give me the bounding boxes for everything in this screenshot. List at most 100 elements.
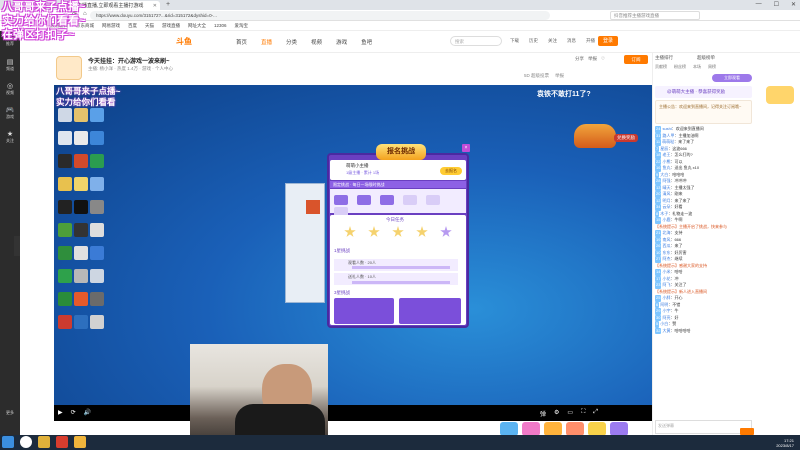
close-button[interactable]: ✕ [791, 1, 796, 8]
desktop-icon [58, 131, 72, 145]
settings-icon[interactable]: ⚙ [554, 409, 559, 418]
chat-text: 支持 [674, 230, 683, 235]
tab-super-list[interactable]: 超级榜单 [697, 55, 715, 61]
play-icon[interactable]: ▶ [58, 409, 63, 416]
nav-game[interactable]: 游戏 [336, 38, 347, 46]
nav-category[interactable]: 分类 [286, 38, 297, 46]
bookmark-item[interactable]: 天猫 [145, 23, 154, 29]
history-icon[interactable]: 历史 [529, 38, 538, 44]
desktop-icon [74, 269, 88, 283]
report-icon[interactable]: 举报 [588, 56, 597, 62]
login-button[interactable]: 登录 [598, 36, 618, 46]
danmaku-icon[interactable]: 弹 [540, 409, 546, 418]
bookmark-item[interactable]: 网易游戏 [102, 23, 120, 29]
chat-username[interactable]: sushi [662, 126, 671, 131]
browser-taskbar-icon[interactable] [20, 436, 32, 448]
bookmark-item[interactable]: 爱淘宝 [235, 23, 249, 29]
challenge-card[interactable] [399, 298, 461, 324]
level-cell[interactable] [426, 195, 440, 205]
gift-icon[interactable] [522, 422, 540, 436]
tab-ranking[interactable]: 主播排行 [655, 55, 673, 61]
follow-icon[interactable]: 关注 [548, 38, 557, 44]
reward-card[interactable]: @萌萌大主播 · 恭喜获得奖励 [655, 86, 752, 98]
sidebar-item-game[interactable]: 🎮 游戏 [0, 103, 20, 127]
nav-forum[interactable]: 鱼吧 [361, 38, 372, 46]
minimize-button[interactable]: — [756, 1, 762, 8]
volume-icon[interactable]: 🔊 [84, 409, 91, 416]
sidebar-item-follow[interactable]: ★ 关注 [0, 127, 20, 151]
share-icon[interactable]: 分享 [575, 56, 584, 62]
nav-home[interactable]: 首页 [236, 38, 247, 46]
sidebar-item-channel[interactable]: ▤ 频道 [0, 55, 20, 79]
broadcast-icon[interactable]: 开播 [586, 38, 595, 44]
level-cell[interactable] [403, 195, 417, 205]
theater-icon[interactable]: ▭ [567, 409, 573, 418]
fullscreen-icon[interactable]: ⛶ [581, 409, 585, 418]
collapse-handle[interactable] [14, 236, 20, 256]
subtab[interactable]: 贡献榜 [655, 64, 667, 70]
expand-icon[interactable]: ⤢ [593, 409, 598, 418]
signup-button[interactable]: 去报名 [440, 167, 462, 175]
video-icon: ◎ [6, 83, 14, 90]
bookmark-item[interactable]: 网址大全 [188, 23, 206, 29]
site-logo[interactable]: 斗鱼 [176, 36, 192, 47]
desktop-icon [90, 131, 104, 145]
subtab[interactable]: 本场 [693, 64, 701, 70]
subtab[interactable]: 周榜 [708, 64, 716, 70]
url-field[interactable]: https://www.douyu.com/315172?...&rid=315… [90, 11, 550, 20]
start-icon[interactable] [2, 436, 14, 448]
chat-text: 好厉害 [674, 249, 687, 255]
desktop-icon [58, 315, 72, 329]
gift-icon[interactable] [610, 422, 628, 436]
message-icon[interactable]: 消息 [567, 38, 576, 44]
chat-text: 冲 [674, 275, 679, 281]
chat-username[interactable]: 萌萌哒 [662, 139, 674, 144]
app-taskbar-icon[interactable] [74, 436, 86, 448]
side-promo-sticker[interactable] [766, 86, 794, 104]
streamer-avatar[interactable] [56, 56, 82, 80]
vote-link[interactable]: 5D 超级投票 [524, 73, 549, 79]
level-cell[interactable] [380, 195, 394, 205]
sidebar-item-more[interactable]: 更多 [0, 407, 20, 431]
popup-close-icon[interactable]: × [462, 144, 470, 152]
gift-icon[interactable] [500, 422, 518, 436]
reward-label[interactable]: 兑换奖励 [614, 134, 638, 142]
top-nav: 首页 直播 分类 视频 游戏 鱼吧 [236, 38, 372, 46]
gift-icon[interactable] [544, 422, 562, 436]
challenge-card[interactable] [334, 298, 394, 324]
gift-icon[interactable] [588, 422, 606, 436]
subtab[interactable]: 粉丝榜 [674, 64, 686, 70]
chat-username[interactable]: 路人甲 [662, 133, 674, 138]
bookmark-item[interactable]: 百度 [128, 23, 137, 29]
site-search-input[interactable]: 搜索 [450, 36, 502, 46]
report-link[interactable]: 举报 [555, 73, 564, 79]
bookmark-item[interactable]: 游戏直播 [162, 23, 180, 29]
subscribe-button[interactable]: 订阅 [624, 55, 648, 64]
tab-title: 主播直播,立即观看主播打游戏 [77, 3, 144, 9]
like-icon[interactable]: ♡ [601, 56, 605, 62]
stream-extra-row: 5D 超级投票 举报 [524, 73, 564, 79]
sidebar-item-label: 频道 [6, 66, 14, 71]
explorer-taskbar-icon[interactable] [38, 436, 50, 448]
level-cell[interactable] [357, 195, 371, 205]
bookmark-item[interactable]: 12306 [214, 23, 227, 28]
nav-video[interactable]: 视频 [311, 38, 322, 46]
level-cell[interactable] [334, 195, 348, 205]
browser-search-input[interactable]: 抖音推荐主播游戏直播 [610, 11, 700, 20]
sidebar-item-video[interactable]: ◎ 视频 [0, 79, 20, 103]
user-level-badge: 26 [655, 243, 662, 250]
new-tab-button[interactable]: + [166, 1, 170, 8]
maximize-button[interactable]: ☐ [774, 1, 779, 8]
app-taskbar-icon[interactable] [56, 436, 68, 448]
chat-input[interactable]: 发送弹幕 [655, 420, 752, 434]
download-icon[interactable]: 下载 [510, 38, 519, 44]
nav-live[interactable]: 直播 [261, 38, 272, 46]
system-tray-clock[interactable]: 17:21 2023/8/17 [776, 438, 794, 448]
tab-close-icon[interactable]: ✕ [153, 3, 157, 9]
send-button[interactable] [740, 428, 754, 435]
watch-now-button[interactable]: 立即观看 [712, 74, 752, 82]
task-label: 3星挑战 [334, 290, 351, 295]
refresh-icon[interactable]: ⟳ [71, 409, 76, 416]
chat-panel-subtabs: 贡献榜 粉丝榜 本场 周榜 [655, 64, 716, 70]
gift-icon[interactable] [566, 422, 584, 436]
